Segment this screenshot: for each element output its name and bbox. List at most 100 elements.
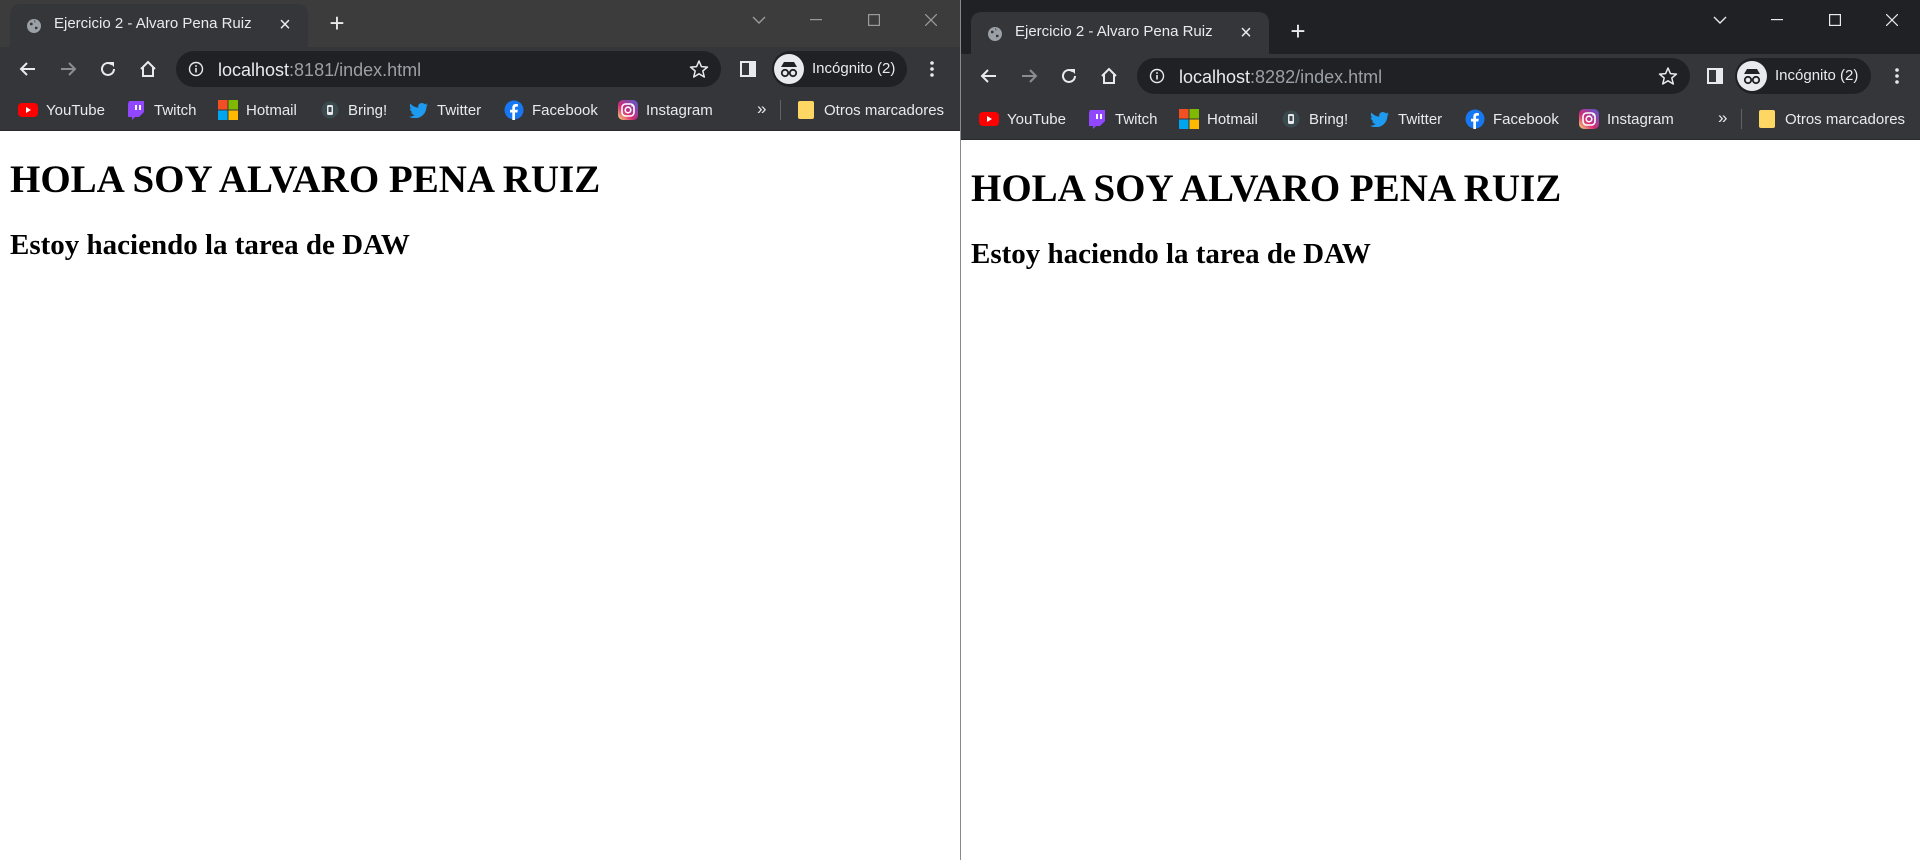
bookmark-label: Twitch	[154, 101, 197, 119]
close-icon	[1886, 14, 1898, 26]
bookmark-twitter[interactable]: Twitter	[1370, 108, 1442, 130]
toolbar: localhost:8181/index.html Incógnito (2)	[0, 47, 960, 89]
incognito-label: Incógnito (2)	[812, 60, 896, 77]
maximize-button[interactable]	[1806, 0, 1864, 40]
browser-chrome: Ejercicio 2 - Alvaro Pena Ruiz × + local…	[961, 0, 1920, 140]
address-bar[interactable]: localhost:8181/index.html	[176, 51, 721, 87]
bookmark-facebook[interactable]: Facebook	[1465, 108, 1559, 130]
url-text[interactable]: localhost:8181/index.html	[218, 60, 421, 81]
folder-icon	[1757, 109, 1777, 129]
chevron-down-icon	[752, 16, 766, 24]
minimize-button[interactable]	[1748, 0, 1806, 40]
bookmark-label: Facebook	[532, 101, 598, 119]
other-bookmarks-folder[interactable]: Otros marcadores	[796, 99, 944, 121]
side-panel-button[interactable]	[732, 53, 764, 85]
minimize-button[interactable]	[787, 0, 845, 40]
bookmark-bring[interactable]: Bring!	[1281, 108, 1348, 130]
star-icon[interactable]	[1658, 66, 1678, 86]
side-panel-button[interactable]	[1699, 60, 1731, 92]
bookmark-twitch[interactable]: Twitch	[1087, 108, 1158, 130]
bookmarks-separator	[780, 100, 781, 120]
incognito-button[interactable]: Incógnito (2)	[1735, 58, 1871, 94]
address-bar[interactable]: localhost:8282/index.html	[1137, 58, 1690, 94]
close-window-button[interactable]	[1863, 0, 1920, 40]
bookmark-facebook[interactable]: Facebook	[504, 99, 598, 121]
incognito-icon	[1737, 61, 1767, 91]
star-icon[interactable]	[689, 59, 709, 79]
url-text[interactable]: localhost:8282/index.html	[1179, 67, 1382, 88]
bookmark-twitch[interactable]: Twitch	[126, 99, 197, 121]
minimize-icon	[810, 19, 822, 21]
twitter-icon	[1370, 109, 1390, 129]
forward-button[interactable]	[52, 53, 84, 85]
back-button[interactable]	[12, 53, 44, 85]
bookmark-bring[interactable]: Bring!	[320, 99, 387, 121]
info-icon[interactable]	[188, 61, 204, 77]
home-icon	[1101, 67, 1117, 84]
close-icon	[925, 14, 937, 26]
youtube-icon	[18, 100, 38, 120]
home-button[interactable]	[132, 53, 164, 85]
url-path: :8181/index.html	[289, 60, 422, 80]
bookmark-label: Twitter	[1398, 110, 1443, 128]
tab-close-icon[interactable]: ×	[274, 14, 296, 36]
more-vert-icon	[1895, 68, 1899, 84]
browser-window-right: Ejercicio 2 - Alvaro Pena Ruiz × + local…	[960, 0, 1920, 860]
bookmark-label: YouTube	[46, 101, 105, 119]
bookmarks-separator	[1741, 109, 1742, 129]
close-window-button[interactable]	[902, 0, 960, 40]
other-bookmarks-label: Otros marcadores	[824, 101, 945, 119]
bookmark-twitter[interactable]: Twitter	[409, 99, 481, 121]
bookmark-hotmail[interactable]: Hotmail	[1179, 108, 1258, 130]
back-button[interactable]	[973, 60, 1005, 92]
incognito-label: Incógnito (2)	[1775, 67, 1859, 84]
title-bar[interactable]: Ejercicio 2 - Alvaro Pena Ruiz × +	[961, 0, 1920, 54]
new-tab-button[interactable]: +	[1284, 17, 1312, 45]
bookmark-youtube[interactable]: YouTube	[979, 108, 1066, 130]
page-content: HOLA SOY ALVARO PENA RUIZ Estoy haciendo…	[961, 140, 1920, 860]
other-bookmarks-folder[interactable]: Otros marcadores	[1757, 108, 1905, 130]
instagram-icon	[1579, 109, 1599, 129]
bookmark-youtube[interactable]: YouTube	[18, 99, 105, 121]
url-host: localhost	[218, 60, 290, 80]
menu-button[interactable]	[916, 53, 948, 85]
title-bar[interactable]: Ejercicio 2 - Alvaro Pena Ruiz × +	[0, 0, 960, 47]
forward-button[interactable]	[1013, 60, 1045, 92]
bookmark-hotmail[interactable]: Hotmail	[218, 99, 297, 121]
bookmarks-overflow-button[interactable]: »	[757, 99, 766, 119]
arrow-right-icon	[1022, 69, 1038, 83]
reload-icon	[101, 61, 115, 76]
bookmark-instagram[interactable]: Instagram	[1579, 108, 1674, 130]
toolbar: localhost:8282/index.html Incógnito (2)	[961, 54, 1920, 98]
bookmark-label: Facebook	[1493, 110, 1559, 128]
home-button[interactable]	[1093, 60, 1125, 92]
chevron-down-icon	[1713, 16, 1727, 24]
facebook-icon	[504, 100, 524, 120]
bookmark-label: Instagram	[1607, 110, 1674, 128]
other-bookmarks-label: Otros marcadores	[1785, 110, 1906, 128]
reload-button[interactable]	[92, 53, 124, 85]
home-icon	[140, 60, 156, 77]
maximize-button[interactable]	[845, 0, 903, 40]
tab-close-icon[interactable]: ×	[1235, 22, 1257, 44]
tab-search-button[interactable]	[1691, 0, 1749, 40]
globe-icon	[988, 27, 1002, 41]
bookmark-instagram[interactable]: Instagram	[618, 99, 713, 121]
browser-chrome: Ejercicio 2 - Alvaro Pena Ruiz × + local…	[0, 0, 960, 131]
reload-button[interactable]	[1053, 60, 1085, 92]
menu-button[interactable]	[1881, 60, 1913, 92]
bookmarks-overflow-button[interactable]: »	[1718, 108, 1727, 128]
incognito-button[interactable]: Incógnito (2)	[772, 51, 907, 87]
facebook-icon	[1465, 109, 1485, 129]
tab-search-button[interactable]	[730, 0, 788, 40]
bookmark-label: Instagram	[646, 101, 713, 119]
new-tab-button[interactable]: +	[323, 9, 351, 37]
info-icon[interactable]	[1149, 68, 1165, 84]
active-tab[interactable]: Ejercicio 2 - Alvaro Pena Ruiz ×	[10, 4, 308, 47]
bring-icon	[1281, 109, 1301, 129]
bookmarks-bar: YouTube Twitch Hotmail Bring! Twitter Fa…	[0, 89, 960, 131]
url-host: localhost	[1179, 67, 1251, 87]
instagram-icon	[618, 100, 638, 120]
twitch-icon	[126, 100, 146, 120]
active-tab[interactable]: Ejercicio 2 - Alvaro Pena Ruiz ×	[971, 12, 1269, 54]
